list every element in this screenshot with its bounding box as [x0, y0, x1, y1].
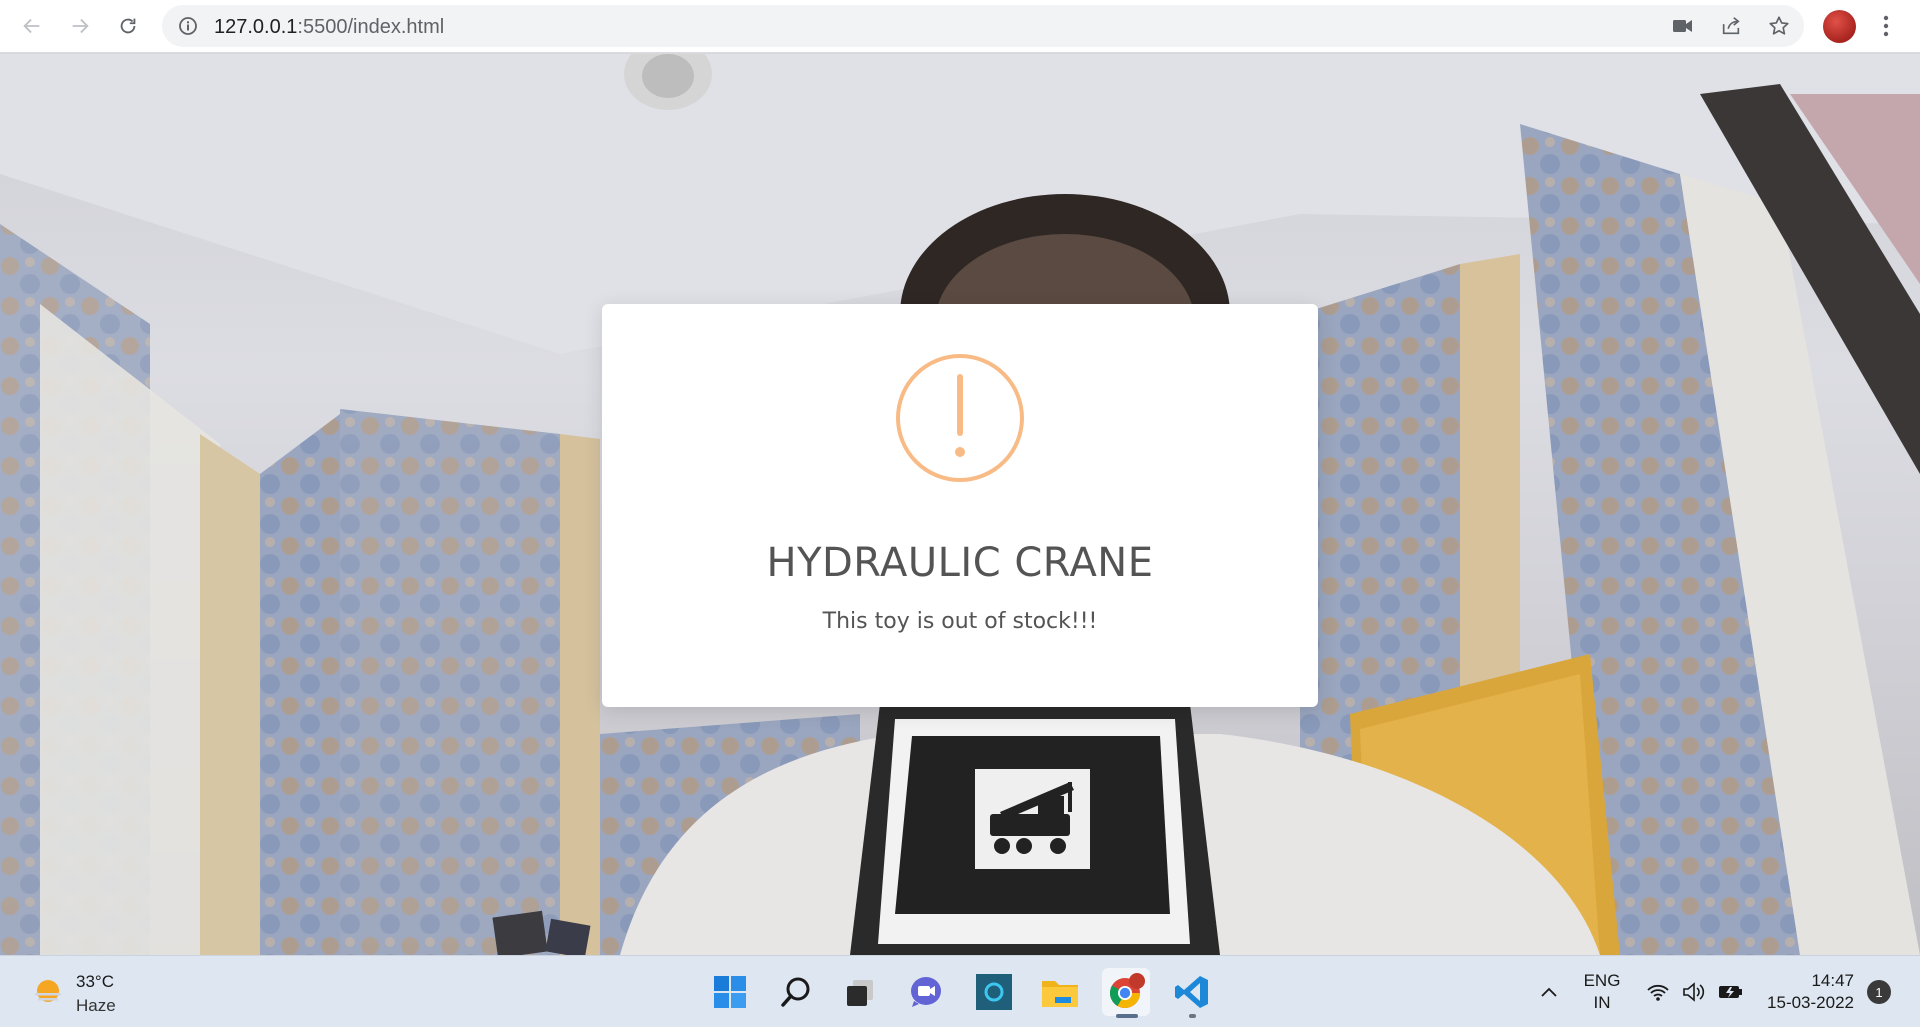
url-host: 127.0.0.1: [214, 16, 298, 38]
exclamation-circle-icon: [896, 354, 1024, 482]
search-button[interactable]: [772, 968, 820, 1016]
chrome-icon: [1109, 973, 1145, 1009]
browser-menu-button[interactable]: [1868, 8, 1904, 44]
system-clock[interactable]: 14:47 15-03-2022: [1756, 970, 1854, 1014]
video-camera-icon: [1673, 20, 1692, 32]
vscode-running-indicator: [1189, 1014, 1196, 1018]
forward-button[interactable]: [62, 8, 98, 44]
show-hidden-icons-button[interactable]: [1530, 968, 1568, 1016]
share-button[interactable]: [1718, 14, 1744, 38]
camera-in-use-button[interactable]: [1670, 14, 1696, 38]
browser-toolbar: 127.0.0.1:5500/index.html: [0, 0, 1920, 53]
volume-icon: [1683, 982, 1705, 1002]
haze-sun-icon: [35, 980, 61, 1002]
input-language-indicator[interactable]: ENG IN: [1580, 970, 1624, 1014]
search-icon: [781, 977, 810, 1007]
bookmark-button[interactable]: [1766, 14, 1792, 38]
out-of-stock-dialog: HYDRAULIC CRANE This toy is out of stock…: [602, 304, 1318, 707]
dialog-message: This toy is out of stock!!!: [822, 609, 1098, 634]
notification-badge[interactable]: 1: [1867, 980, 1891, 1004]
star-icon: [1769, 16, 1789, 35]
clock-date: 15-03-2022: [1767, 993, 1854, 1012]
site-info-icon[interactable]: [178, 16, 198, 36]
file-explorer-button[interactable]: [1036, 968, 1084, 1016]
forward-arrow-icon: [72, 18, 89, 34]
task-view-icon: [847, 980, 873, 1006]
url-path: :5500/index.html: [297, 16, 445, 38]
clock-time: 14:47: [1811, 971, 1854, 990]
vscode-taskbar-button[interactable]: [1168, 968, 1216, 1018]
teams-chat-button[interactable]: [902, 968, 950, 1016]
chrome-active-indicator: [1116, 1014, 1138, 1018]
file-explorer-icon: [1042, 981, 1078, 1007]
language-code: ENG: [1583, 971, 1621, 990]
cortana-icon: [976, 974, 1012, 1010]
back-arrow-icon: [23, 18, 40, 34]
battery-charging-icon: [1719, 986, 1742, 998]
weather-description: Haze: [76, 996, 116, 1015]
start-button[interactable]: [706, 968, 754, 1016]
teams-chat-icon: [911, 977, 941, 1007]
reload-icon: [120, 18, 136, 34]
vscode-icon: [1175, 976, 1208, 1008]
cortana-button[interactable]: [970, 968, 1018, 1016]
weather-temperature: 33°C: [76, 972, 114, 991]
windows-start-icon: [714, 976, 746, 1008]
address-bar[interactable]: 127.0.0.1:5500/index.html: [162, 5, 1804, 47]
chrome-taskbar-button[interactable]: [1102, 968, 1150, 1018]
dialog-title: HYDRAULIC CRANE: [766, 540, 1154, 586]
chevron-up-icon: [1541, 987, 1557, 997]
reload-button[interactable]: [110, 8, 146, 44]
task-view-button[interactable]: [836, 968, 884, 1016]
back-button[interactable]: [14, 8, 50, 44]
wifi-icon: [1647, 984, 1669, 1001]
windows-taskbar: 33°C Haze ENG IN 14:47 15-03-2022 1: [0, 955, 1920, 1027]
share-icon: [1722, 17, 1740, 35]
kebab-menu-icon: [1883, 15, 1889, 37]
url-text[interactable]: 127.0.0.1:5500/index.html: [214, 16, 444, 39]
language-region: IN: [1593, 993, 1611, 1012]
profile-avatar[interactable]: [1823, 10, 1856, 43]
